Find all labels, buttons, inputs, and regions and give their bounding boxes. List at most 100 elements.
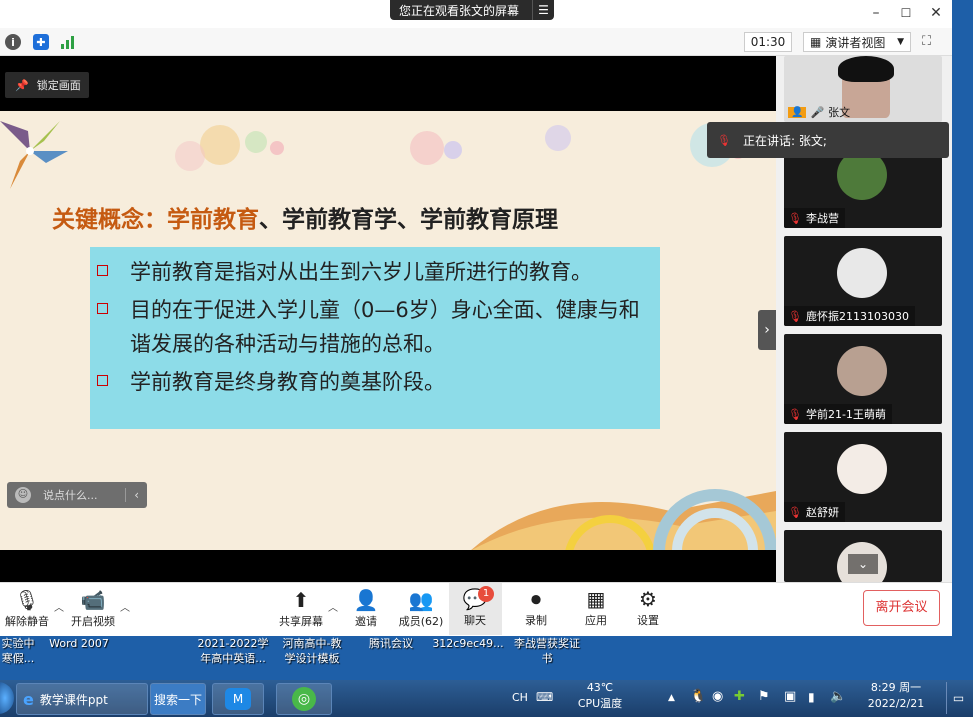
bullet-square-icon xyxy=(97,303,108,314)
participant-namebar: 🎙 学前21-1王萌萌 xyxy=(784,404,892,424)
speaking-label: 正在讲话: 张文; xyxy=(742,133,827,148)
share-banner[interactable]: 您正在观看张文的屏幕 ☰ xyxy=(390,0,554,20)
plus-icon[interactable]: ✚ xyxy=(734,689,745,705)
bullet-square-icon xyxy=(97,265,108,276)
slide-title: 关键概念：学前教育、学前教育学、学前教育原理 xyxy=(52,200,558,234)
slide-content-box: 学前教育是指对从出生到六岁儿童所进行的教育。 目的在于促进入学儿童（0—6岁）身… xyxy=(90,247,660,429)
mic-on-icon: 🎤 xyxy=(810,105,825,119)
host-icon: 👤 xyxy=(788,106,807,118)
leave-meeting-button[interactable]: 离开会议 xyxy=(863,590,940,626)
minimize-button[interactable]: – xyxy=(866,4,886,22)
lock-screen-button[interactable]: 📌 锁定画面 xyxy=(5,72,89,98)
shield-icon[interactable]: ✚ xyxy=(33,34,49,50)
members-button[interactable]: 👥 成员(62) xyxy=(396,587,446,633)
signal-icon[interactable] xyxy=(60,34,76,50)
flag-icon[interactable]: ⚑ xyxy=(758,689,770,705)
invite-button[interactable]: 👤 邀请 xyxy=(346,587,386,633)
decor-dot xyxy=(444,141,462,159)
record-button[interactable]: ⏺ 录制 xyxy=(516,586,556,632)
participant-namebar: 🎙 赵舒妍 xyxy=(784,502,845,522)
ie-icon: e xyxy=(23,689,34,709)
audio-options-caret[interactable]: ︿ xyxy=(54,599,64,614)
start-video-button[interactable]: 📹 开启视频 xyxy=(66,587,120,633)
lang-indicator[interactable]: CH xyxy=(512,690,528,706)
gear-icon: ⚙ xyxy=(639,587,657,611)
comment-input[interactable]: ☺ 说点什么... ‹ xyxy=(7,482,147,508)
search-button[interactable]: 搜索一下 xyxy=(150,683,206,715)
unmute-button[interactable]: 🎙 解除静音 xyxy=(2,587,52,633)
collapse-comment-icon[interactable]: ‹ xyxy=(125,488,147,502)
volume-icon[interactable]: 🔈 xyxy=(830,689,846,705)
cpu-temp-label: CPU温度 xyxy=(577,697,623,710)
desktop-icon[interactable]: 李战营获奖证 书 xyxy=(508,636,586,666)
desktop-icon[interactable]: 实验中 寒假... xyxy=(0,636,36,666)
mic-off-icon: 🎙 xyxy=(788,309,802,323)
meeting-window: 您正在观看张文的屏幕 ☰ – ☐ ✕ i ✚ 01:30 ▦ 演讲者视图 ▼ ⛶… xyxy=(0,0,952,636)
participant-tile[interactable]: 👤 🎤 张文 xyxy=(784,56,942,122)
view-mode-label: 演讲者视图 xyxy=(825,35,886,50)
gallery-toggle-button[interactable]: › xyxy=(758,310,776,350)
start-video-label: 开启视频 xyxy=(71,615,115,628)
participant-tile[interactable]: 🎙 学前21-1王萌萌 xyxy=(784,334,942,424)
desktop-icon[interactable]: 河南高中-教 学设计模板 xyxy=(276,636,348,666)
participant-tile[interactable]: 🎙 鹿怀振2113103030 xyxy=(784,236,942,326)
decor-dot xyxy=(200,125,240,165)
participant-name: 张文 xyxy=(828,106,851,119)
record-icon: ⏺ xyxy=(531,587,541,611)
participant-tile[interactable]: ⌄ xyxy=(784,530,942,582)
mic-off-icon: 🎙 xyxy=(788,505,802,519)
view-mode-select[interactable]: ▦ 演讲者视图 ▼ xyxy=(803,32,911,52)
settings-button[interactable]: ⚙ 设置 xyxy=(628,586,668,632)
members-label: 成员(62) xyxy=(398,615,444,628)
taskbar-item-360[interactable]: ◎ xyxy=(276,683,332,715)
share-screen-button[interactable]: ⬆ 共享屏幕 xyxy=(274,587,328,633)
window-titlebar: 您正在观看张文的屏幕 ☰ – ☐ ✕ xyxy=(0,0,952,28)
taskbar: e 教学课件ppt 搜索一下 M ◎ CH ⌨ 43℃ CPU温度 ▲ 🐧 ◉ … xyxy=(0,680,973,717)
cpu-temp[interactable]: 43℃ CPU温度 xyxy=(574,680,626,712)
participant-tile[interactable]: 🎙 赵舒妍 xyxy=(784,432,942,522)
desktop-icon[interactable]: 腾讯会议 xyxy=(362,636,420,651)
clock[interactable]: 8:29 周一 2022/2/21 xyxy=(856,680,936,712)
avatar xyxy=(837,248,887,298)
chevron-down-icon: ▼ xyxy=(897,37,904,47)
info-icon[interactable]: i xyxy=(5,34,21,50)
record-label: 录制 xyxy=(525,614,547,627)
video-options-caret[interactable]: ︿ xyxy=(120,599,130,614)
taskbar-item-ie[interactable]: e 教学课件ppt xyxy=(16,683,148,715)
security-icon[interactable]: ◉ xyxy=(712,689,723,705)
network-icon[interactable]: ▮ xyxy=(808,689,815,705)
close-button[interactable]: ✕ xyxy=(926,4,946,22)
mic-off-icon: 🎙 xyxy=(788,211,802,225)
fullscreen-icon[interactable]: ⛶ xyxy=(922,34,938,50)
slide-bullet: 学前教育是指对从出生到六岁儿童所进行的教育。 xyxy=(97,255,650,289)
maximize-button[interactable]: ☐ xyxy=(896,4,916,22)
video-off-icon: 📹 xyxy=(80,588,106,612)
start-button[interactable] xyxy=(0,682,14,714)
apps-button[interactable]: ▦ 应用 xyxy=(576,586,616,632)
qq-icon[interactable]: 🐧 xyxy=(690,689,706,705)
taskbar-item-tencent-meeting[interactable]: M xyxy=(212,683,264,715)
share-options-caret[interactable]: ︿ xyxy=(328,599,338,614)
clipboard-icon[interactable]: ▣ xyxy=(784,689,796,705)
decor-dot xyxy=(245,131,267,153)
desktop-icon[interactable]: 2021-2022学 年高中英语... xyxy=(194,636,272,666)
participant-namebar: 🎙 鹿怀振2113103030 xyxy=(784,306,915,326)
slide-bullet: 学前教育是终身教育的奠基阶段。 xyxy=(97,365,650,399)
chevron-down-icon[interactable]: ⌄ xyxy=(848,554,878,574)
desktop-icon[interactable]: 312c9ec49... xyxy=(430,636,506,651)
menu-icon[interactable]: ☰ xyxy=(532,0,554,20)
mic-off-icon: 🎙 xyxy=(717,133,731,147)
cpu-temp-value: 43℃ xyxy=(586,681,614,694)
bullet-square-icon xyxy=(97,375,108,386)
desktop-icon[interactable]: Word 2007 xyxy=(44,636,114,651)
tray-expand-icon[interactable]: ▲ xyxy=(668,690,675,706)
mic-off-icon: 🎙 xyxy=(788,407,802,421)
keyboard-icon[interactable]: ⌨ xyxy=(536,689,553,705)
share-banner-text: 您正在观看张文的屏幕 xyxy=(399,3,520,18)
slide-title-rest: 、学前教育学、学前教育原理 xyxy=(259,207,558,233)
show-desktop-icon[interactable]: ▭ xyxy=(946,682,970,714)
smiley-icon[interactable]: ☺ xyxy=(15,487,31,503)
decor-dot xyxy=(270,141,284,155)
participant-namebar: 🎙 李战营 xyxy=(784,208,845,228)
decor-dot xyxy=(175,141,205,171)
